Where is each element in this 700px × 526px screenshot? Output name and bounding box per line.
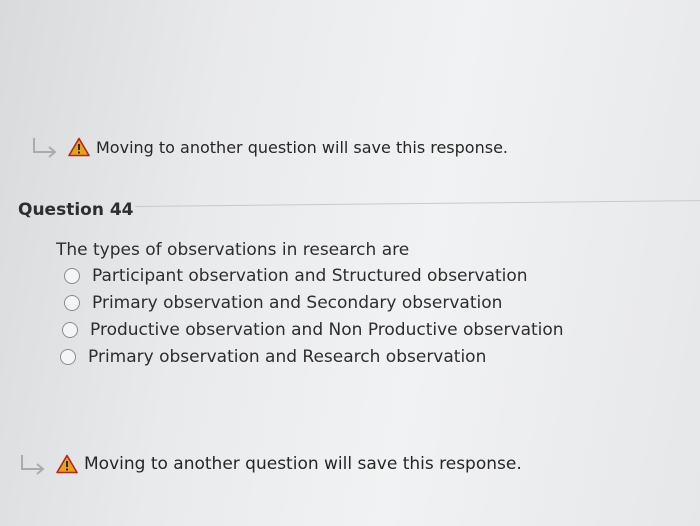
answer-option[interactable]: Productive observation and Non Productiv…: [62, 316, 656, 343]
save-warning-text: Moving to another question will save thi…: [84, 454, 522, 474]
warning-icon: [68, 137, 90, 157]
radio-button[interactable]: [64, 294, 80, 311]
return-arrow-icon: [21, 455, 45, 475]
question-divider: [134, 200, 700, 207]
answer-option[interactable]: Participant observation and Structured o…: [64, 262, 656, 289]
question-body: The types of observations in research ar…: [56, 240, 656, 370]
answer-option-label[interactable]: Participant observation and Structured o…: [92, 266, 528, 286]
answer-option-label[interactable]: Primary observation and Secondary observ…: [92, 293, 502, 313]
answer-option[interactable]: Primary observation and Research observa…: [60, 343, 656, 370]
save-warning-bottom: Moving to another question will save thi…: [18, 453, 522, 475]
warning-icon: [56, 454, 78, 474]
radio-button[interactable]: [64, 267, 80, 284]
save-warning-top: Moving to another question will save thi…: [30, 136, 508, 158]
return-arrow-icon: [33, 138, 57, 158]
radio-button[interactable]: [60, 348, 76, 365]
answer-options: Participant observation and Structured o…: [56, 262, 656, 370]
question-title: Question 44: [18, 200, 134, 220]
question-text: The types of observations in research ar…: [56, 240, 410, 260]
radio-button[interactable]: [62, 321, 78, 338]
answer-option-label[interactable]: Productive observation and Non Productiv…: [90, 320, 564, 340]
answer-option-label[interactable]: Primary observation and Research observa…: [88, 347, 486, 367]
save-warning-text: Moving to another question will save thi…: [96, 137, 508, 157]
answer-option[interactable]: Primary observation and Secondary observ…: [64, 289, 656, 316]
